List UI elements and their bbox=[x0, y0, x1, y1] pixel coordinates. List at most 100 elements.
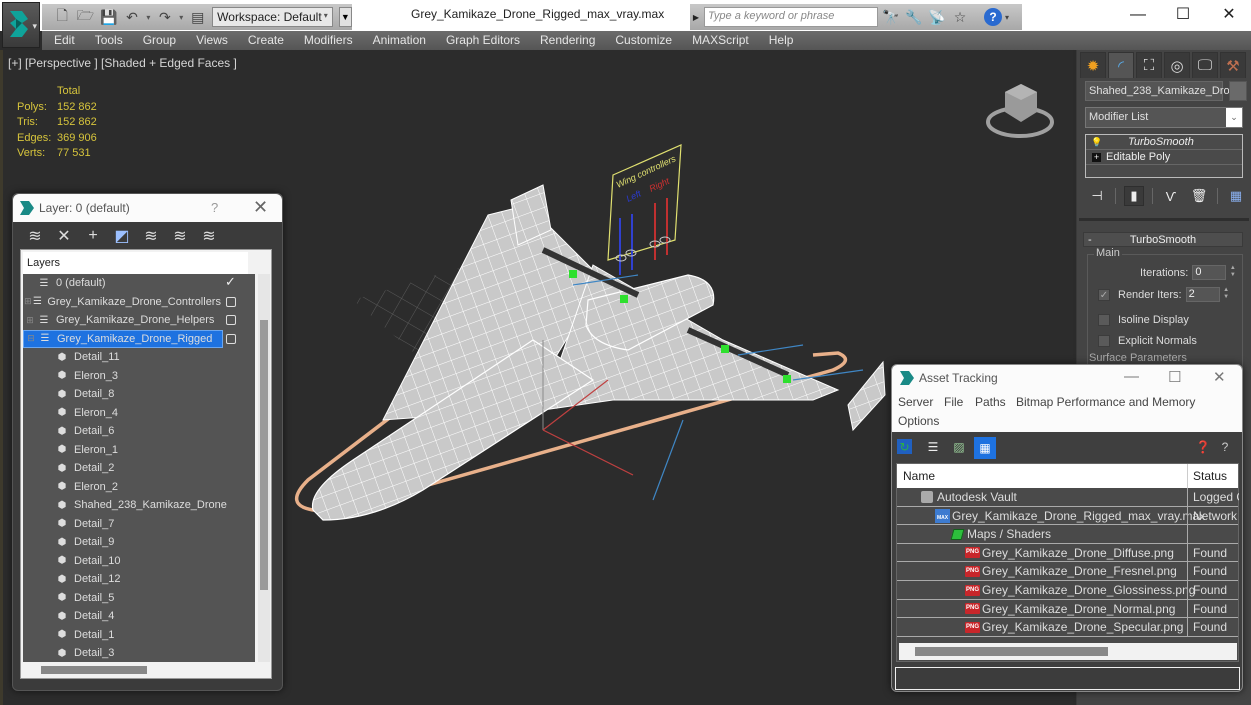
object-row[interactable]: ⬢ Detail_12 bbox=[23, 570, 255, 589]
open-file-icon[interactable]: 🗁 bbox=[77, 7, 94, 26]
collapse-icon[interactable]: ⊟ bbox=[24, 333, 38, 344]
drone-model[interactable]: Wing controllers Left Right bbox=[293, 90, 903, 530]
select-layer-icon[interactable]: ≋ bbox=[141, 226, 161, 246]
layer-row[interactable]: ⊞ ☰ Grey_Kamikaze_Drone_Controllers bbox=[23, 293, 255, 312]
create-layer-icon[interactable]: ≋ bbox=[25, 226, 45, 246]
modify-tab-icon[interactable]: ◜ bbox=[1108, 52, 1134, 78]
menu-create[interactable]: Create bbox=[238, 31, 294, 50]
minimize-button[interactable]: — bbox=[1118, 4, 1158, 26]
viewcube[interactable] bbox=[985, 80, 1055, 142]
menu-customize[interactable]: Customize bbox=[605, 31, 682, 50]
layer-row-selected[interactable]: ⊟ ☰ Grey_Kamikaze_Drone_Rigged bbox=[23, 329, 255, 349]
object-color-swatch[interactable] bbox=[1229, 81, 1247, 101]
render-iters-spinner[interactable]: 2 bbox=[1185, 287, 1220, 302]
dialog-title-bar[interactable]: Layer: 0 (default) ? ✕ bbox=[13, 194, 282, 222]
menu-edit[interactable]: Edit bbox=[42, 31, 85, 50]
menu-help[interactable]: Help bbox=[759, 31, 804, 50]
remove-modifier-icon[interactable]: 🗑 bbox=[1189, 186, 1209, 206]
maximize-button[interactable]: ☐ bbox=[1163, 4, 1203, 26]
select-objects-icon[interactable]: ◩ bbox=[112, 226, 132, 246]
menu-modifiers[interactable]: Modifiers bbox=[294, 31, 363, 50]
expand-plus-icon[interactable]: + bbox=[1092, 152, 1101, 162]
object-row[interactable]: ⬢ Detail_1 bbox=[23, 626, 255, 645]
help-icon[interactable]: ? bbox=[1215, 437, 1235, 457]
object-row[interactable]: ⬢ Detail_2 bbox=[23, 459, 255, 478]
controller-point[interactable] bbox=[569, 270, 577, 278]
asset-row[interactable]: PNG Grey_Kamikaze_Drone_Glossiness.png Fou… bbox=[897, 581, 1238, 600]
panel-divider[interactable] bbox=[1079, 218, 1249, 221]
scrollbar-thumb[interactable] bbox=[260, 320, 268, 590]
menu-server[interactable]: Server bbox=[898, 395, 933, 409]
create-tab-icon[interactable]: ✹ bbox=[1080, 52, 1106, 78]
search-input[interactable]: Type a keyword or phrase bbox=[704, 7, 878, 27]
list-view-icon[interactable]: ☰ bbox=[923, 437, 943, 457]
spinner-arrows-icon[interactable]: ▲ ▼ bbox=[1228, 265, 1237, 280]
undo-icon[interactable]: ↶ bbox=[124, 8, 141, 26]
surface-parameters-label[interactable]: Surface Parameters bbox=[1089, 352, 1187, 364]
set-current-checkbox[interactable] bbox=[226, 296, 236, 307]
help-icon[interactable]: ? bbox=[984, 8, 1002, 26]
menu-rendering[interactable]: Rendering bbox=[530, 31, 605, 50]
undo-dropdown-icon[interactable]: ▾ bbox=[146, 13, 150, 22]
render-iters-checkbox[interactable]: ✓ bbox=[1098, 288, 1110, 301]
current-layer-checkmark-icon[interactable]: ✓ bbox=[225, 274, 236, 290]
project-folder-icon[interactable]: ▤ bbox=[189, 8, 206, 26]
object-row[interactable]: ⬢ Detail_8 bbox=[23, 385, 255, 404]
menu-group[interactable]: Group bbox=[133, 31, 186, 50]
stack-item-editable-poly[interactable]: + Editable Poly bbox=[1086, 150, 1242, 165]
menu-views[interactable]: Views bbox=[186, 31, 238, 50]
asset-row[interactable]: PNG Grey_Kamikaze_Drone_Normal.png Found bbox=[897, 599, 1238, 619]
customize-toolbar-button[interactable]: ▼ bbox=[338, 7, 352, 27]
controller-point[interactable] bbox=[620, 295, 628, 303]
modifier-list-dropdown[interactable]: Modifier List ⌄ bbox=[1085, 107, 1243, 128]
asset-row[interactable]: Autodesk Vault Logged Out bbox=[897, 488, 1239, 507]
close-button[interactable]: ✕ bbox=[253, 197, 268, 218]
layers-column-header[interactable]: Layers bbox=[23, 252, 248, 274]
menu-maxscript[interactable]: MAXScript bbox=[682, 31, 759, 50]
viewport-label[interactable]: [+] [Perspective ] [Shaded + Edged Faces… bbox=[8, 56, 237, 70]
object-row[interactable]: ⬢ Detail_3 bbox=[23, 644, 255, 662]
lightbulb-icon[interactable]: 💡 bbox=[1090, 137, 1104, 148]
menu-bitmap-performance[interactable]: Bitmap Performance and Memory bbox=[1016, 395, 1195, 409]
set-current-checkbox[interactable] bbox=[226, 333, 236, 344]
vault-help-icon[interactable]: ❓ bbox=[1193, 437, 1213, 457]
save-icon[interactable]: 💾 bbox=[100, 8, 117, 26]
column-divider[interactable] bbox=[1187, 464, 1188, 488]
favorites-star-icon[interactable]: ☆ bbox=[950, 7, 970, 27]
satellite-icon[interactable]: 📡 bbox=[927, 7, 947, 27]
make-unique-icon[interactable]: Ѵ bbox=[1161, 186, 1181, 206]
object-row[interactable]: ⬢ Shahed_238_Kamikaze_Drone bbox=[23, 496, 255, 515]
object-row[interactable]: ⬢ Detail_9 bbox=[23, 533, 255, 552]
layer-row[interactable]: ⊞ ☰ Grey_Kamikaze_Drone_Helpers bbox=[23, 311, 255, 330]
workspace-dropdown[interactable]: Workspace: Default ▾ bbox=[212, 7, 333, 27]
controller-point[interactable] bbox=[721, 345, 729, 353]
menu-animation[interactable]: Animation bbox=[363, 31, 436, 50]
column-header-name[interactable]: Name bbox=[903, 469, 935, 483]
binoculars-icon[interactable]: 🔭 bbox=[881, 7, 901, 27]
motion-tab-icon[interactable]: ◎ bbox=[1164, 52, 1190, 78]
redo-icon[interactable]: ↷ bbox=[156, 8, 173, 26]
refresh-icon[interactable]: ↻ bbox=[897, 439, 912, 454]
layer-row[interactable]: ☰ 0 (default) ✓ bbox=[23, 274, 255, 293]
pin-stack-icon[interactable]: ⊣ bbox=[1087, 186, 1107, 206]
horizontal-scrollbar[interactable] bbox=[899, 643, 1237, 660]
vertical-scrollbar[interactable] bbox=[258, 274, 270, 662]
spinner-arrows-icon[interactable]: ▲ ▼ bbox=[1222, 287, 1231, 302]
controller-point[interactable] bbox=[783, 375, 791, 383]
object-row[interactable]: ⬢ Eleron_1 bbox=[23, 441, 255, 460]
menu-options[interactable]: Options bbox=[898, 414, 939, 428]
add-to-layer-icon[interactable]: + bbox=[83, 226, 103, 246]
slider-handle[interactable] bbox=[659, 236, 671, 244]
display-tab-icon[interactable]: 🖵 bbox=[1192, 52, 1218, 78]
configure-modifier-sets-icon[interactable]: ▦ bbox=[1226, 186, 1246, 206]
explicit-normals-checkbox[interactable] bbox=[1098, 335, 1110, 347]
set-current-layer-icon[interactable]: ≋ bbox=[170, 226, 190, 246]
object-row[interactable]: ⬢ Detail_5 bbox=[23, 589, 255, 608]
layer-properties-icon[interactable]: ≋ bbox=[199, 226, 219, 246]
stack-item-turbosmooth[interactable]: 💡 TurboSmooth bbox=[1086, 135, 1242, 150]
table-view-icon[interactable]: ▦ bbox=[974, 437, 996, 459]
asset-row[interactable]: MAX Grey_Kamikaze_Drone_Rigged_max_vray.m… bbox=[897, 506, 1238, 526]
hierarchy-tab-icon[interactable]: ⛶ bbox=[1136, 52, 1162, 78]
asset-path-field[interactable] bbox=[895, 667, 1240, 690]
rollout-header[interactable]: - TurboSmooth bbox=[1083, 232, 1243, 247]
